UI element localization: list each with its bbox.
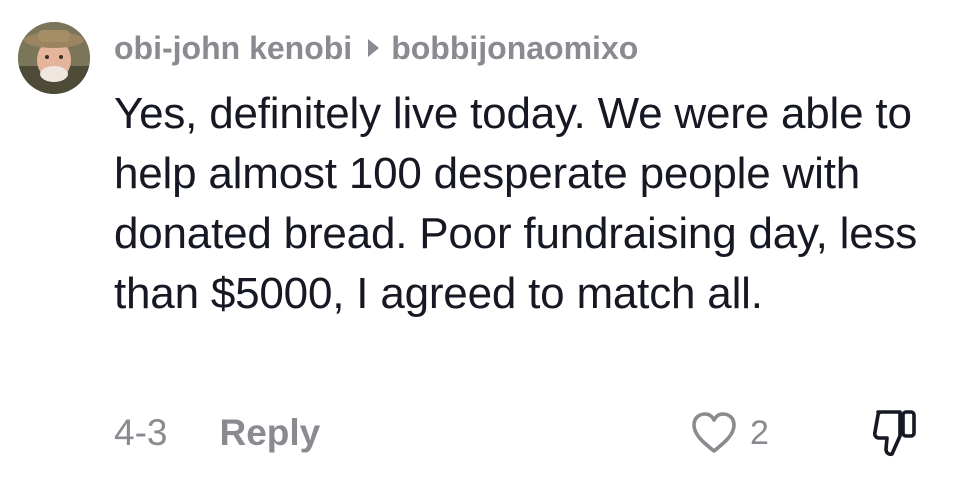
avatar[interactable]	[18, 22, 90, 94]
comment-item: obi-john kenobi bobbijonaomixo Yes, defi…	[0, 0, 954, 493]
comment-footer: 4-3 Reply	[114, 408, 320, 458]
dislike-button[interactable]	[870, 406, 924, 460]
comment-header: obi-john kenobi bobbijonaomixo	[114, 26, 638, 70]
avatar-image	[18, 22, 90, 94]
comment-text: Yes, definitely live today. We were able…	[114, 89, 918, 318]
like-count: 2	[750, 413, 769, 452]
reply-to-username[interactable]: bobbijonaomixo	[391, 30, 638, 67]
reply-button[interactable]: Reply	[219, 412, 320, 454]
author-name[interactable]: obi-john kenobi	[114, 30, 352, 67]
heart-outline-icon	[692, 412, 736, 453]
comment-date: 4-3	[114, 412, 168, 453]
like-button[interactable]: 2	[690, 408, 769, 458]
thumbs-down-outline-icon	[872, 410, 916, 457]
triangle-right-icon	[368, 39, 380, 57]
